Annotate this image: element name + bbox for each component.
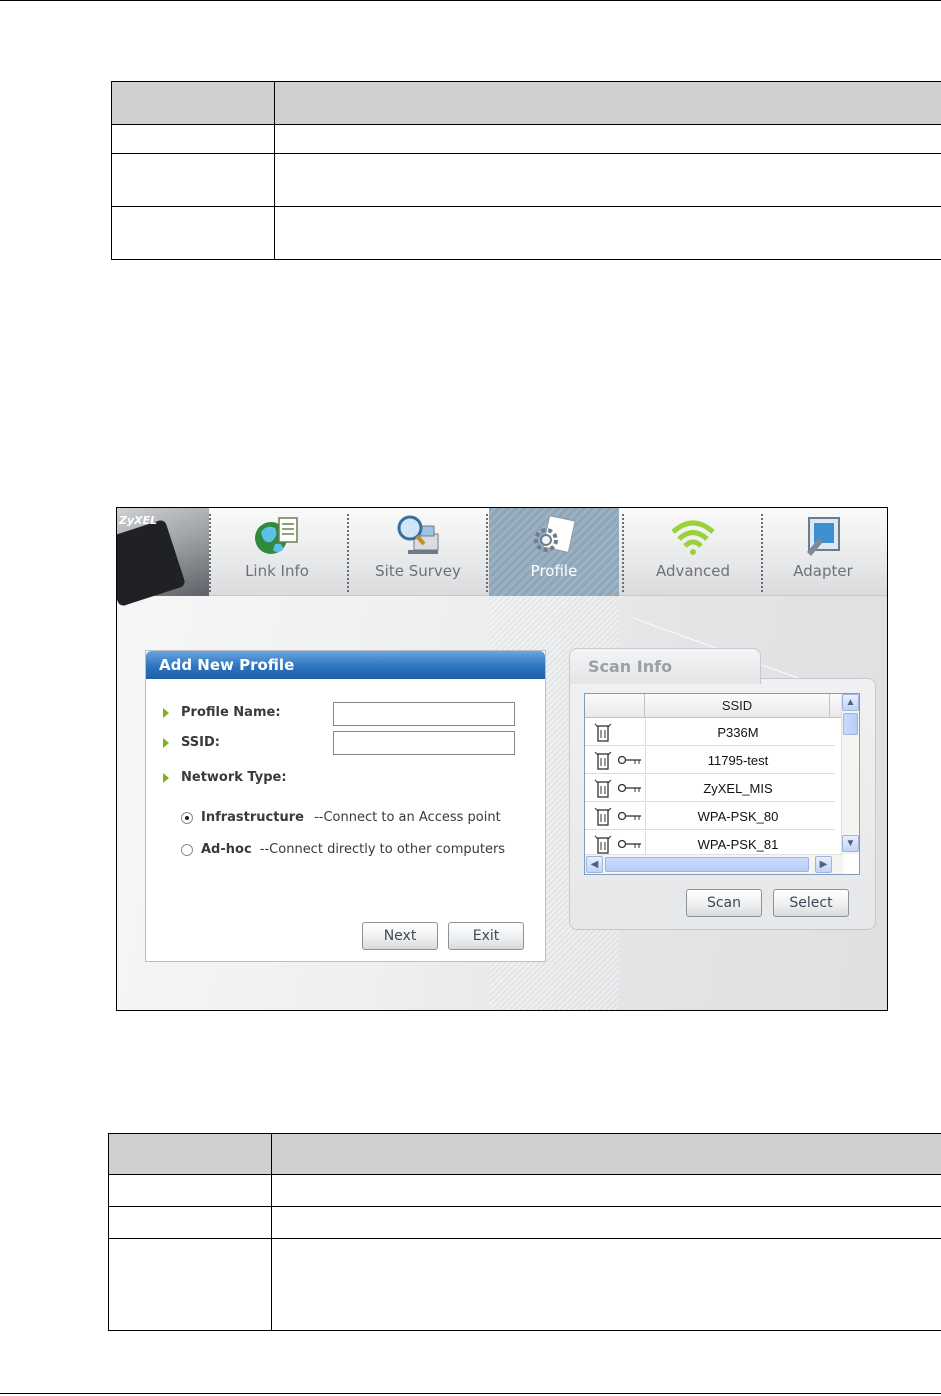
panel-header: Add New Profile [146,651,545,679]
tab-profile[interactable]: Profile [489,508,619,596]
scroll-down-icon[interactable]: ▼ [842,835,859,852]
vertical-scroll-thumb[interactable] [843,713,858,735]
infrastructure-option[interactable]: Infrastructure --Connect to an Access po… [201,810,501,825]
horizontal-scrollbar[interactable]: ◀ ▶ [585,854,843,874]
zyxel-logo: ZyXEL [117,508,209,608]
access-point-icon [594,723,612,742]
list-item[interactable]: WPA-PSK_80 [585,803,835,830]
ssid-label: SSID: [181,735,220,750]
adhoc-desc: --Connect directly to other computers [259,842,506,857]
table-row [111,124,941,154]
access-point-icon [594,807,612,826]
scan-button[interactable]: Scan [686,889,762,917]
network-list[interactable]: SSID P336M 11795-test ZyXEL_MIS WPA-PSK_… [584,693,860,875]
key-icon [618,755,641,765]
select-button[interactable]: Select [773,889,849,917]
infrastructure-label: Infrastructure [201,810,304,825]
key-icon [618,839,641,849]
add-profile-panel: Add New Profile Profile Name: SSID: Netw… [145,650,546,962]
tab-adapter[interactable]: Adapter [763,508,883,596]
bullet-icon [163,708,169,718]
ssid-cell: ZyXEL_MIS [645,775,830,802]
ssid-column-header[interactable]: SSID [645,694,830,718]
list-header: SSID [585,694,843,718]
scan-info-tab: Scan Info [569,648,761,684]
table-row [108,1206,941,1239]
ssid-field[interactable] [333,731,515,755]
table-row [111,153,941,207]
table-header-row [108,1133,941,1175]
key-icon [618,811,641,821]
tab-advanced[interactable]: Advanced [625,508,761,596]
toolbar-separator [347,514,349,592]
ssid-cell: WPA-PSK_80 [645,803,830,830]
ssid-cell: P336M [645,719,830,746]
scroll-left-icon[interactable]: ◀ [586,856,603,873]
tab-link-info[interactable]: Link Info [212,508,342,596]
horizontal-scroll-thumb[interactable] [605,857,809,872]
bottom-rule [0,1393,941,1394]
exit-button[interactable]: Exit [448,922,524,950]
top-rule [0,0,941,1]
list-item[interactable]: ZyXEL_MIS [585,775,835,802]
infrastructure-desc: --Connect to an Access point [314,810,501,825]
table-row [108,1174,941,1207]
table-row [108,1238,941,1331]
adapter-card-icon [807,517,840,556]
tab-label: Adapter [793,562,853,580]
table-row [111,206,941,260]
magnifier-network-icon [397,515,439,554]
vertical-scrollbar[interactable]: ▲ ▼ [841,694,859,854]
tab-label: Profile [530,562,578,580]
panel-title: Add New Profile [159,656,295,674]
profile-name-label: Profile Name: [181,705,281,720]
network-type-label: Network Type: [181,770,287,785]
list-item[interactable]: 11795-test [585,747,835,774]
toolbar-separator [622,514,624,592]
wireless-waves-icon [671,520,715,555]
profile-name-field[interactable] [333,702,515,726]
access-point-icon [594,835,612,854]
adhoc-option[interactable]: Ad-hoc --Connect directly to other compu… [201,842,505,857]
tab-site-survey[interactable]: Site Survey [351,508,485,596]
tab-label: Site Survey [375,562,461,580]
key-icon [618,783,641,793]
ssid-cell: 11795-test [645,747,830,774]
next-button[interactable]: Next [362,922,438,950]
globe-document-icon [255,517,298,554]
bottom-table [108,1133,941,1331]
gear-document-icon [534,515,576,553]
bullet-icon [163,773,169,783]
toolbar-separator [486,514,488,592]
scan-info-title: Scan Info [588,657,673,676]
scroll-up-icon[interactable]: ▲ [842,694,859,711]
adhoc-label: Ad-hoc [201,842,252,857]
scroll-right-icon[interactable]: ▶ [815,856,832,873]
profile-screen: ZyXEL Link Info Site Survey Profile Adva… [116,507,888,1011]
adhoc-radio[interactable] [181,844,193,856]
access-point-icon [594,751,612,770]
tab-label: Advanced [655,562,731,580]
bullet-icon [163,738,169,748]
list-item[interactable]: P336M [585,719,835,746]
top-table [111,81,941,260]
tab-label: Link Info [245,562,309,580]
access-point-icon [594,779,612,798]
infrastructure-radio[interactable] [181,812,193,824]
toolbar-separator [209,514,211,592]
table-header-row [111,81,941,125]
main-toolbar: ZyXEL Link Info Site Survey Profile Adva… [117,508,887,608]
